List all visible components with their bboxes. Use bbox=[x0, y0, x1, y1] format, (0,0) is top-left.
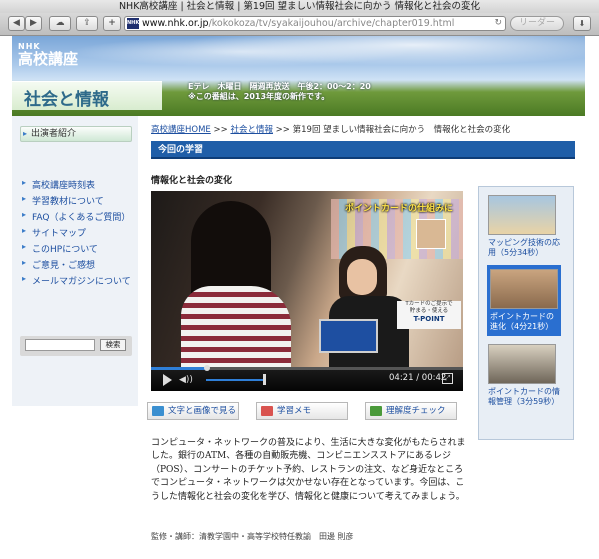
window-title: NHK高校講座 | 社会と情報 | 第19回 望ましい情報社会に向かう 情報化と… bbox=[0, 0, 599, 13]
breadcrumb-separator: >> bbox=[210, 125, 231, 135]
browser-toolbar: ◀ ▶ ☁ ⇪ + NHK www.nhk.or.jp/kokokoza/tv/… bbox=[0, 13, 599, 36]
supervisor-credit: 監修・講師：清教学園中・高等学校特任教諭 田邊 則彦 bbox=[151, 532, 354, 541]
sidebar-item-feedback[interactable]: ご意見・ご感想 bbox=[22, 258, 131, 274]
download-icon[interactable]: ⬇ bbox=[573, 16, 591, 31]
clip-list: マッピング技術の応用（5分34秒） ポイントカードの進化（4分21秒） ポイント… bbox=[478, 186, 574, 440]
check-button[interactable]: 理解度チェック bbox=[365, 402, 457, 420]
seek-progress bbox=[151, 367, 208, 370]
breadcrumb: 高校講座HOME >> 社会と情報 >> 第19回 望ましい情報社会に向かう 情… bbox=[151, 123, 510, 135]
sidebar-item-faq[interactable]: FAQ（よくあるご質問） bbox=[22, 210, 131, 226]
sidebar-item-about[interactable]: このHPについて bbox=[22, 242, 131, 258]
video-caption: ポイントカードの仕組みに bbox=[345, 204, 454, 214]
check-label: 理解度チェック bbox=[386, 406, 446, 416]
clip-thumbnail bbox=[490, 269, 558, 309]
nhk-favicon-icon: NHK bbox=[127, 18, 139, 29]
address-bar[interactable]: NHK www.nhk.or.jp/kokokoza/tv/syakaijouh… bbox=[124, 16, 506, 31]
left-sidebar: 出演者紹介 高校講座時刻表 学習教材について FAQ（よくあるご質問） サイトマ… bbox=[12, 116, 138, 406]
section-header: 今回の学習 bbox=[151, 141, 575, 159]
clip-thumbnail bbox=[488, 195, 556, 235]
time-separator: / bbox=[413, 373, 422, 383]
clip-item[interactable]: ポイントカードの情報管理（3分59秒） bbox=[488, 344, 560, 407]
memo-button[interactable]: 学習メモ bbox=[256, 402, 348, 420]
broadcast-note: ※この番組は、2013年度の新作です。 bbox=[188, 92, 330, 101]
broadcast-info: Eテレ 木曜日 隔週再放送 午後2：00～2：20 ※この番組は、2013年度の… bbox=[188, 82, 371, 102]
nhk-kouza-logo[interactable]: NHK 高校講座 bbox=[18, 42, 78, 67]
pdf-icon bbox=[261, 406, 273, 416]
play-icon[interactable] bbox=[163, 374, 172, 386]
sidebar-nav: 高校講座時刻表 学習教材について FAQ（よくあるご質問） サイトマップ このH… bbox=[22, 178, 131, 290]
site-header: NHK 高校講座 社会と情報 Eテレ 木曜日 隔週再放送 午後2：00～2：20… bbox=[12, 36, 585, 116]
sidebar-item-sitemap[interactable]: サイトマップ bbox=[22, 226, 131, 242]
cloud-icon[interactable]: ☁ bbox=[49, 16, 71, 31]
sidebar-item-materials[interactable]: 学習教材について bbox=[22, 194, 131, 210]
site-search: 検索 bbox=[20, 336, 132, 356]
current-time: 04:21 bbox=[389, 373, 414, 383]
cast-intro-button[interactable]: 出演者紹介 bbox=[20, 126, 132, 142]
sidebar-item-schedule[interactable]: 高校講座時刻表 bbox=[22, 178, 131, 194]
video-controls: ◀)) 04:21 / 00:42 ⤢ bbox=[151, 367, 463, 391]
text-image-button[interactable]: 文字と画像で見る bbox=[147, 402, 239, 420]
tpoint-logo: T-POINT bbox=[413, 315, 445, 323]
text-image-label: 文字と画像で見る bbox=[168, 406, 237, 416]
breadcrumb-home-link[interactable]: 高校講座HOME bbox=[151, 125, 211, 135]
web-page: NHK 高校講座 社会と情報 Eテレ 木曜日 隔週再放送 午後2：00～2：20… bbox=[0, 36, 599, 559]
breadcrumb-current: 第19回 望ましい情報社会に向かう 情報化と社会の変化 bbox=[292, 125, 511, 135]
program-title-banner: 社会と情報 bbox=[12, 81, 162, 110]
chapter-title: 情報化と社会の変化 bbox=[151, 176, 233, 186]
card-reader bbox=[319, 319, 378, 353]
video-player[interactable]: Tカードのご提示で 貯まる・使える T-POINT ポイントカードの仕組みに ◀… bbox=[151, 191, 463, 391]
tpoint-sign: Tカードのご提示で 貯まる・使える T-POINT bbox=[397, 301, 461, 329]
kouza-logo-text: 高校講座 bbox=[18, 50, 79, 68]
volume-knob[interactable] bbox=[263, 374, 266, 385]
video-frame: Tカードのご提示で 貯まる・使える T-POINT ポイントカードの仕組みに bbox=[151, 191, 463, 367]
clerk-face bbox=[347, 259, 377, 295]
search-input[interactable] bbox=[25, 339, 95, 351]
tpoint-note: Tカードのご提示で 貯まる・使える bbox=[405, 301, 453, 314]
sidebar-item-mailmagazine[interactable]: メールマガジンについて bbox=[22, 274, 131, 290]
monitor-icon bbox=[152, 406, 164, 416]
back-icon[interactable]: ◀ bbox=[8, 16, 25, 31]
memo-label: 学習メモ bbox=[277, 406, 312, 416]
reader-button[interactable]: リーダー bbox=[510, 16, 564, 31]
seek-bar[interactable] bbox=[151, 365, 463, 371]
fullscreen-icon[interactable]: ⤢ bbox=[442, 373, 453, 384]
clip-thumbnail bbox=[488, 344, 556, 384]
broadcast-schedule: Eテレ 木曜日 隔週再放送 午後2：00～2：20 bbox=[188, 82, 371, 91]
customer-shirt bbox=[181, 286, 291, 367]
address-host: www.nhk.or.jp bbox=[142, 18, 209, 29]
lesson-description: コンピュータ・ネットワークの普及により、生活に大きな変化がもたらされました。銀行… bbox=[151, 438, 466, 502]
sky-background bbox=[12, 36, 585, 81]
address-path: /kokokoza/tv/syakaijouhou/archive/chapte… bbox=[208, 18, 455, 29]
clip-title: マッピング技術の応用（5分34秒） bbox=[488, 238, 560, 257]
clip-title: ポイントカードの情報管理（3分59秒） bbox=[488, 387, 560, 406]
reload-icon[interactable]: ↻ bbox=[494, 17, 502, 30]
program-title: 社会と情報 bbox=[24, 90, 109, 110]
checkbox-icon bbox=[370, 406, 382, 416]
clip-item[interactable]: マッピング技術の応用（5分34秒） bbox=[488, 195, 560, 258]
volume-slider[interactable] bbox=[206, 379, 264, 381]
add-tab-icon[interactable]: + bbox=[103, 16, 121, 31]
forward-icon[interactable]: ▶ bbox=[25, 16, 42, 31]
presenter-inset bbox=[416, 219, 446, 249]
clip-item-active[interactable]: ポイントカードの進化（4分21秒） bbox=[487, 265, 561, 336]
search-button[interactable]: 検索 bbox=[100, 339, 126, 351]
breadcrumb-separator: >> bbox=[272, 125, 293, 135]
volume-icon[interactable]: ◀)) bbox=[179, 375, 193, 385]
share-icon[interactable]: ⇪ bbox=[76, 16, 98, 31]
breadcrumb-program-link[interactable]: 社会と情報 bbox=[230, 125, 273, 135]
clip-title: ポイントカードの進化（4分21秒） bbox=[490, 312, 554, 331]
video-time: 04:21 / 00:42 bbox=[389, 373, 446, 383]
